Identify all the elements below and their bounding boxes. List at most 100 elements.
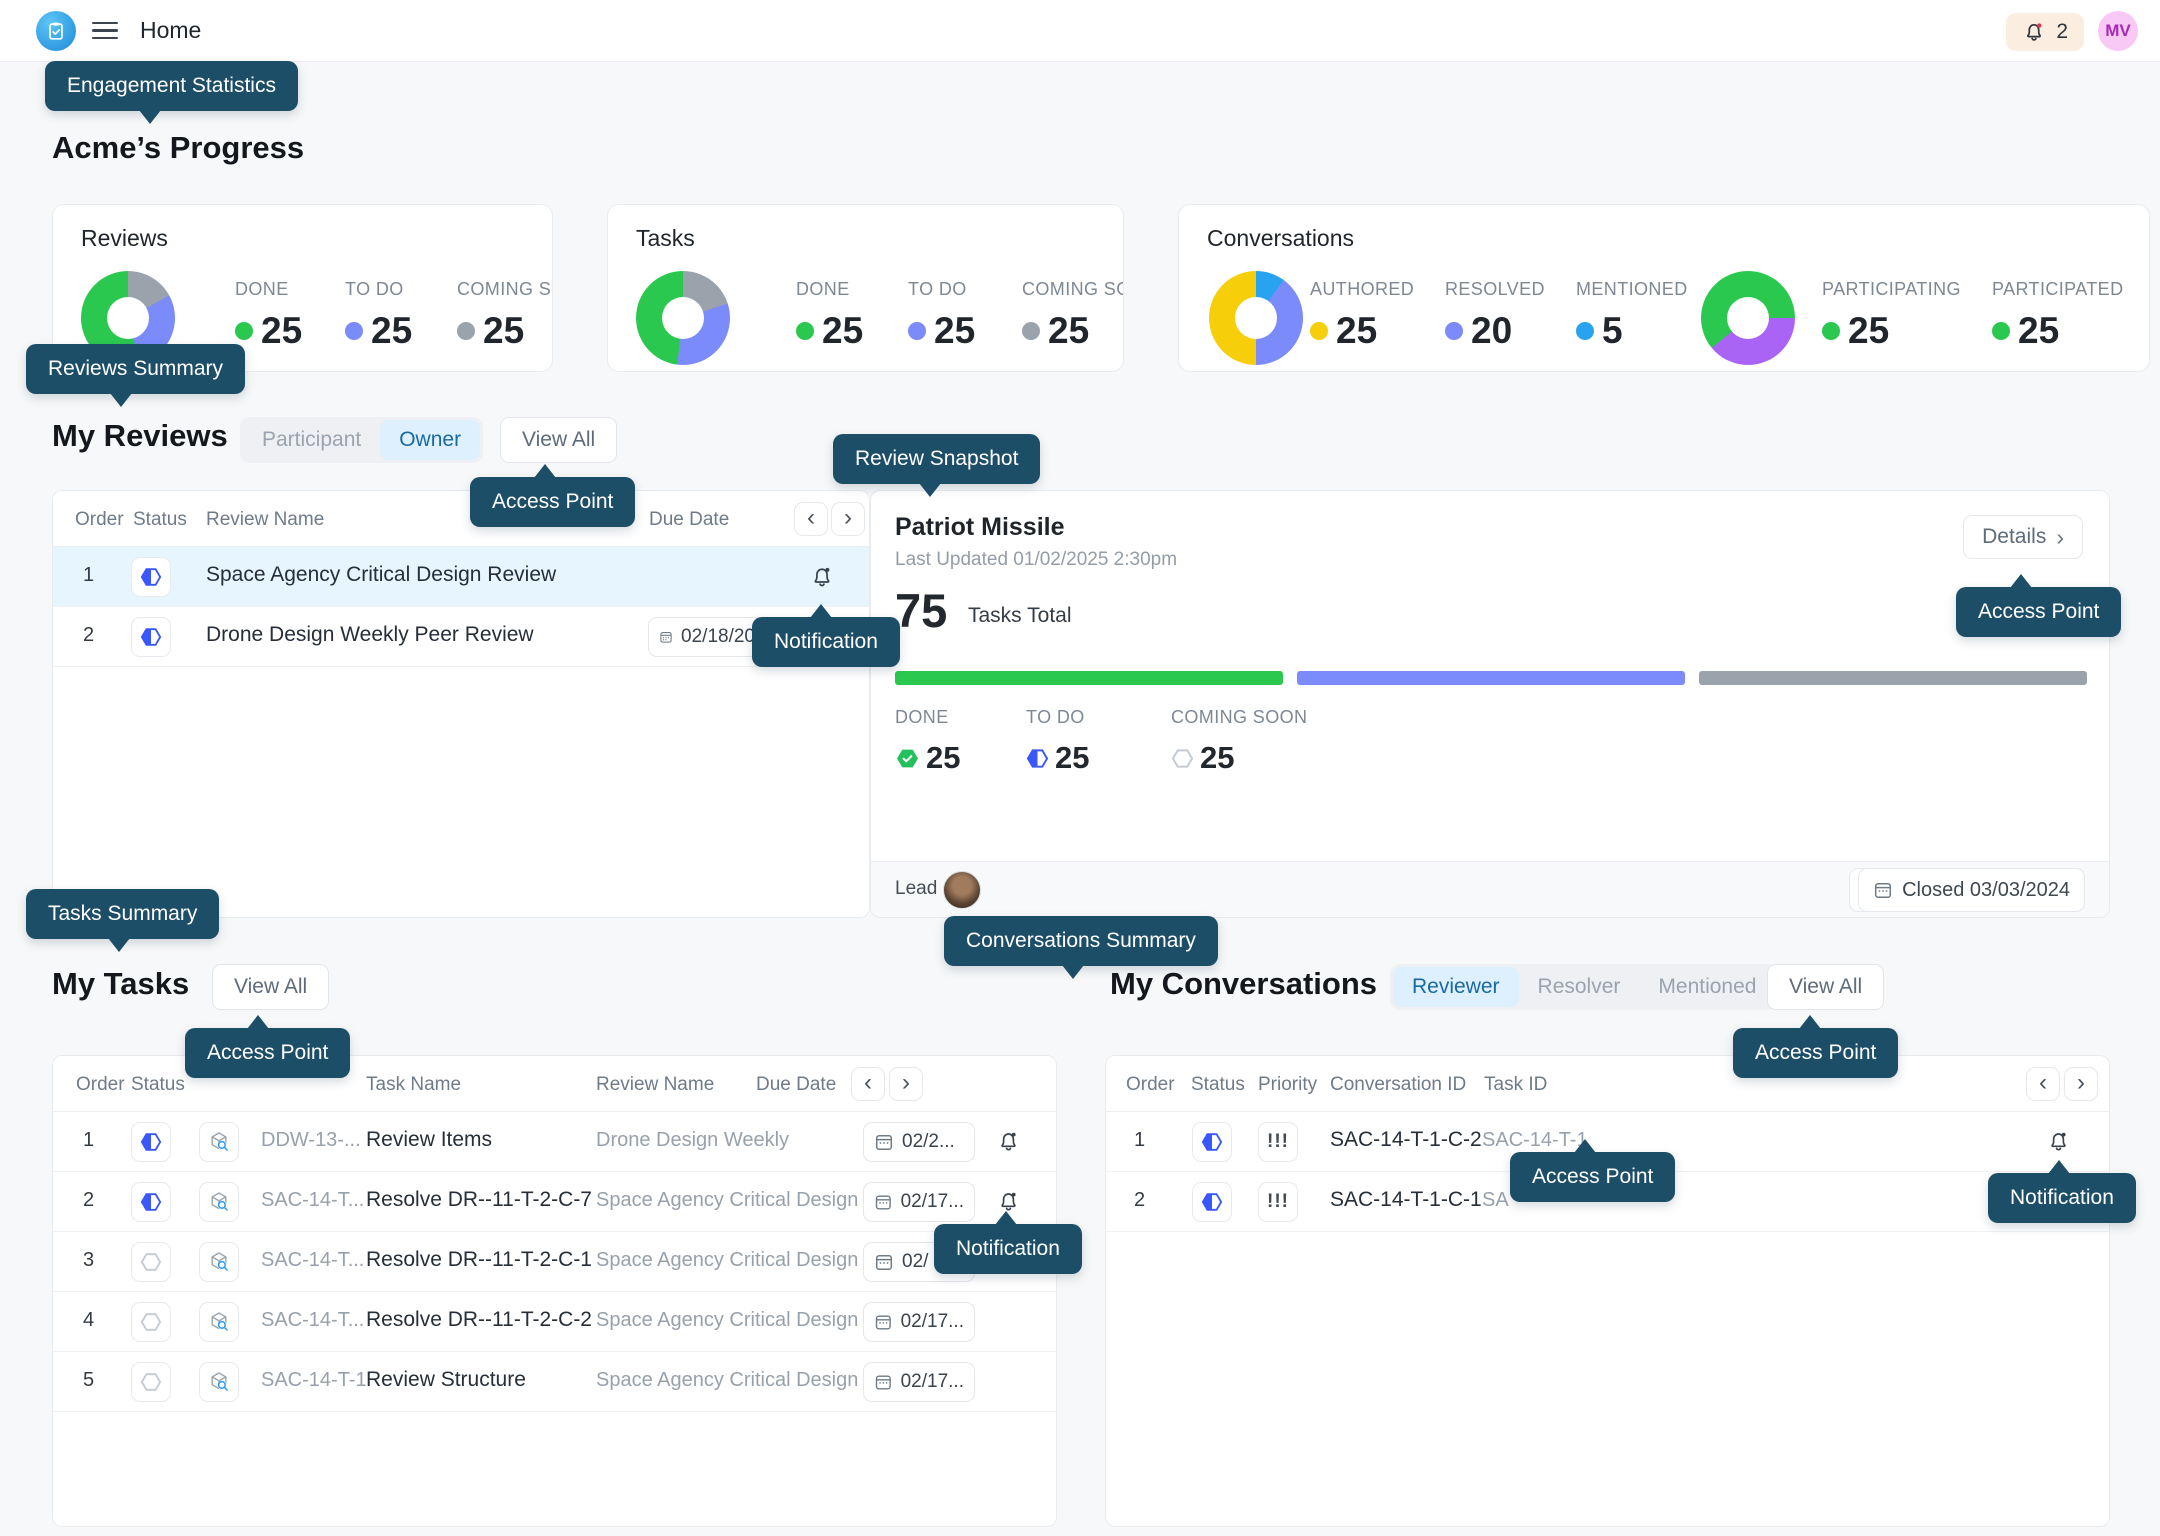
task-search-icon[interactable]	[199, 1362, 239, 1402]
task-search-icon[interactable]	[199, 1182, 239, 1222]
todo-hexagon-icon	[1171, 747, 1194, 770]
lead-avatar[interactable]	[943, 871, 981, 909]
due-date-chip: 02/2...	[863, 1122, 975, 1162]
priority-high-icon: !!!	[1258, 1122, 1298, 1162]
yellow-dot-icon	[1310, 322, 1328, 340]
tab-resolver[interactable]: Resolver	[1519, 967, 1640, 1007]
reviews-view-all-button[interactable]: View All	[500, 417, 617, 463]
status-in-progress-icon	[1192, 1122, 1232, 1162]
calendar-icon	[874, 1132, 894, 1152]
snapshot-stat-done: DONE 25	[895, 707, 960, 776]
progress-segment-coming-soon	[1699, 671, 2087, 685]
table-row[interactable]: 5 SAC-14-T-1 Review Structure Space Agen…	[53, 1352, 1056, 1412]
row-bell-icon[interactable]	[996, 1129, 1022, 1155]
conversations-view-all-button[interactable]: View All	[1767, 964, 1884, 1010]
participation-donut-chart	[1701, 271, 1795, 365]
calendar-icon	[1873, 880, 1893, 900]
green-dot-icon	[1822, 322, 1840, 340]
status-todo-icon	[131, 1302, 171, 1342]
legend-todo: TO DO 25	[908, 279, 975, 352]
unread-dot	[2037, 23, 2041, 27]
tasks-view-all-button[interactable]: View All	[212, 964, 329, 1010]
in-progress-hexagon-icon	[1026, 747, 1049, 770]
notifications-button[interactable]: 2	[2006, 13, 2084, 51]
due-date-chip: 02/17...	[863, 1302, 975, 1342]
chevron-right-icon[interactable]: ›	[2064, 1067, 2098, 1101]
legend-coming-soon: COMING SOON 25	[1022, 279, 1124, 352]
calendar-icon	[874, 1252, 894, 1272]
callout-access-point-conversation-row: Access Point	[1510, 1152, 1675, 1202]
conversations-table: Order Status Priority Conversation ID Ta…	[1105, 1055, 2110, 1527]
task-search-icon[interactable]	[199, 1242, 239, 1282]
conversations-donut-chart	[1209, 271, 1303, 365]
legend-authored: AUTHORED 25	[1310, 279, 1414, 352]
green-dot-icon	[796, 322, 814, 340]
table-row[interactable]: 2 Drone Design Weekly Peer Review 02/18/…	[53, 607, 869, 667]
bell-icon	[2022, 20, 2046, 44]
status-in-progress-icon	[131, 1182, 171, 1222]
chevron-left-icon[interactable]: ‹	[851, 1067, 885, 1101]
tab-reviewer[interactable]: Reviewer	[1393, 967, 1519, 1007]
row-bell-icon[interactable]	[2046, 1129, 2072, 1155]
blue-dot-icon	[908, 322, 926, 340]
due-date-chip: 02/17...	[863, 1182, 975, 1222]
snapshot-stat-todo: TO DO 25	[1026, 707, 1089, 776]
calendar-icon	[874, 1372, 893, 1392]
card-title: Conversations	[1207, 225, 1354, 252]
blue-dot-icon	[345, 322, 363, 340]
table-row[interactable]: 2 SAC-14-T... Resolve DR--11-T-2-C-7 Spa…	[53, 1172, 1056, 1232]
tasks-table: Order Status Task Name Review Name Due D…	[52, 1055, 1057, 1527]
clipboard-check-icon	[45, 20, 67, 42]
green-dot-icon	[1992, 322, 2010, 340]
status-in-progress-icon	[131, 1122, 171, 1162]
tasks-total-label: Tasks Total	[968, 604, 1072, 628]
gray-dot-icon	[457, 322, 475, 340]
legend-done: DONE 25	[235, 279, 302, 352]
tab-mentioned[interactable]: Mentioned	[1639, 967, 1775, 1007]
callout-conversations-summary: Conversations Summary	[944, 916, 1218, 966]
task-search-icon[interactable]	[199, 1122, 239, 1162]
task-search-icon[interactable]	[199, 1302, 239, 1342]
chevron-left-icon[interactable]: ‹	[794, 502, 828, 536]
reviews-table-header: Order Status Review Name Due Date ‹ ›	[53, 491, 869, 547]
table-row[interactable]: 1 DDW-13-... Review Items Drone Design W…	[53, 1112, 1056, 1172]
green-dot-icon	[235, 322, 253, 340]
top-bar: Home 2 MV	[0, 0, 2160, 62]
legend-mentioned: MENTIONED 5	[1576, 279, 1688, 352]
toggle-owner[interactable]: Owner	[380, 420, 480, 460]
user-avatar[interactable]: MV	[2098, 11, 2138, 51]
chevron-right-icon[interactable]: ›	[831, 502, 865, 536]
review-title: Patriot Missile	[895, 513, 1065, 542]
conversations-table-header: Order Status Priority Conversation ID Ta…	[1106, 1056, 2109, 1112]
legend-todo: TO DO 25	[345, 279, 412, 352]
status-todo-icon	[131, 1362, 171, 1402]
menu-icon[interactable]	[92, 22, 118, 40]
details-button[interactable]: Details ›	[1963, 515, 2083, 559]
last-updated: Last Updated 01/02/2025 2:30pm	[895, 549, 1177, 571]
legend-participating: PARTICIPATING 25	[1822, 279, 1961, 352]
snapshot-stat-coming-soon: COMING SOON 25	[1171, 707, 1307, 776]
calendar-icon	[874, 1192, 893, 1212]
table-row[interactable]: 4 SAC-14-T... Resolve DR--11-T-2-C-2 Spa…	[53, 1292, 1056, 1352]
app-logo[interactable]	[36, 11, 76, 51]
page-title: Home	[140, 17, 201, 44]
row-bell-icon[interactable]	[809, 564, 835, 590]
legend-resolved: RESOLVED 20	[1445, 279, 1545, 352]
my-tasks-heading: My Tasks	[52, 966, 189, 1002]
card-title: Reviews	[81, 225, 168, 252]
status-in-progress-icon	[131, 617, 171, 657]
status-todo-icon	[131, 1242, 171, 1282]
table-row[interactable]: 1 Space Agency Critical Design Review	[53, 547, 869, 607]
chevron-right-icon[interactable]: ›	[889, 1067, 923, 1101]
calendar-icon	[659, 627, 673, 647]
callout-access-point-tasks: Access Point	[185, 1028, 350, 1078]
callout-notification-tasks: Notification	[934, 1224, 1082, 1274]
toggle-participant[interactable]: Participant	[243, 420, 380, 460]
status-in-progress-icon	[131, 557, 171, 597]
chevron-left-icon[interactable]: ‹	[2026, 1067, 2060, 1101]
status-in-progress-icon	[1192, 1182, 1232, 1222]
my-conversations-heading: My Conversations	[1110, 966, 1377, 1002]
callout-tasks-summary: Tasks Summary	[26, 889, 219, 939]
table-row[interactable]: 3 SAC-14-T... Resolve DR--11-T-2-C-1 Spa…	[53, 1232, 1056, 1292]
callout-notification-conversations: Notification	[1988, 1173, 2136, 1223]
